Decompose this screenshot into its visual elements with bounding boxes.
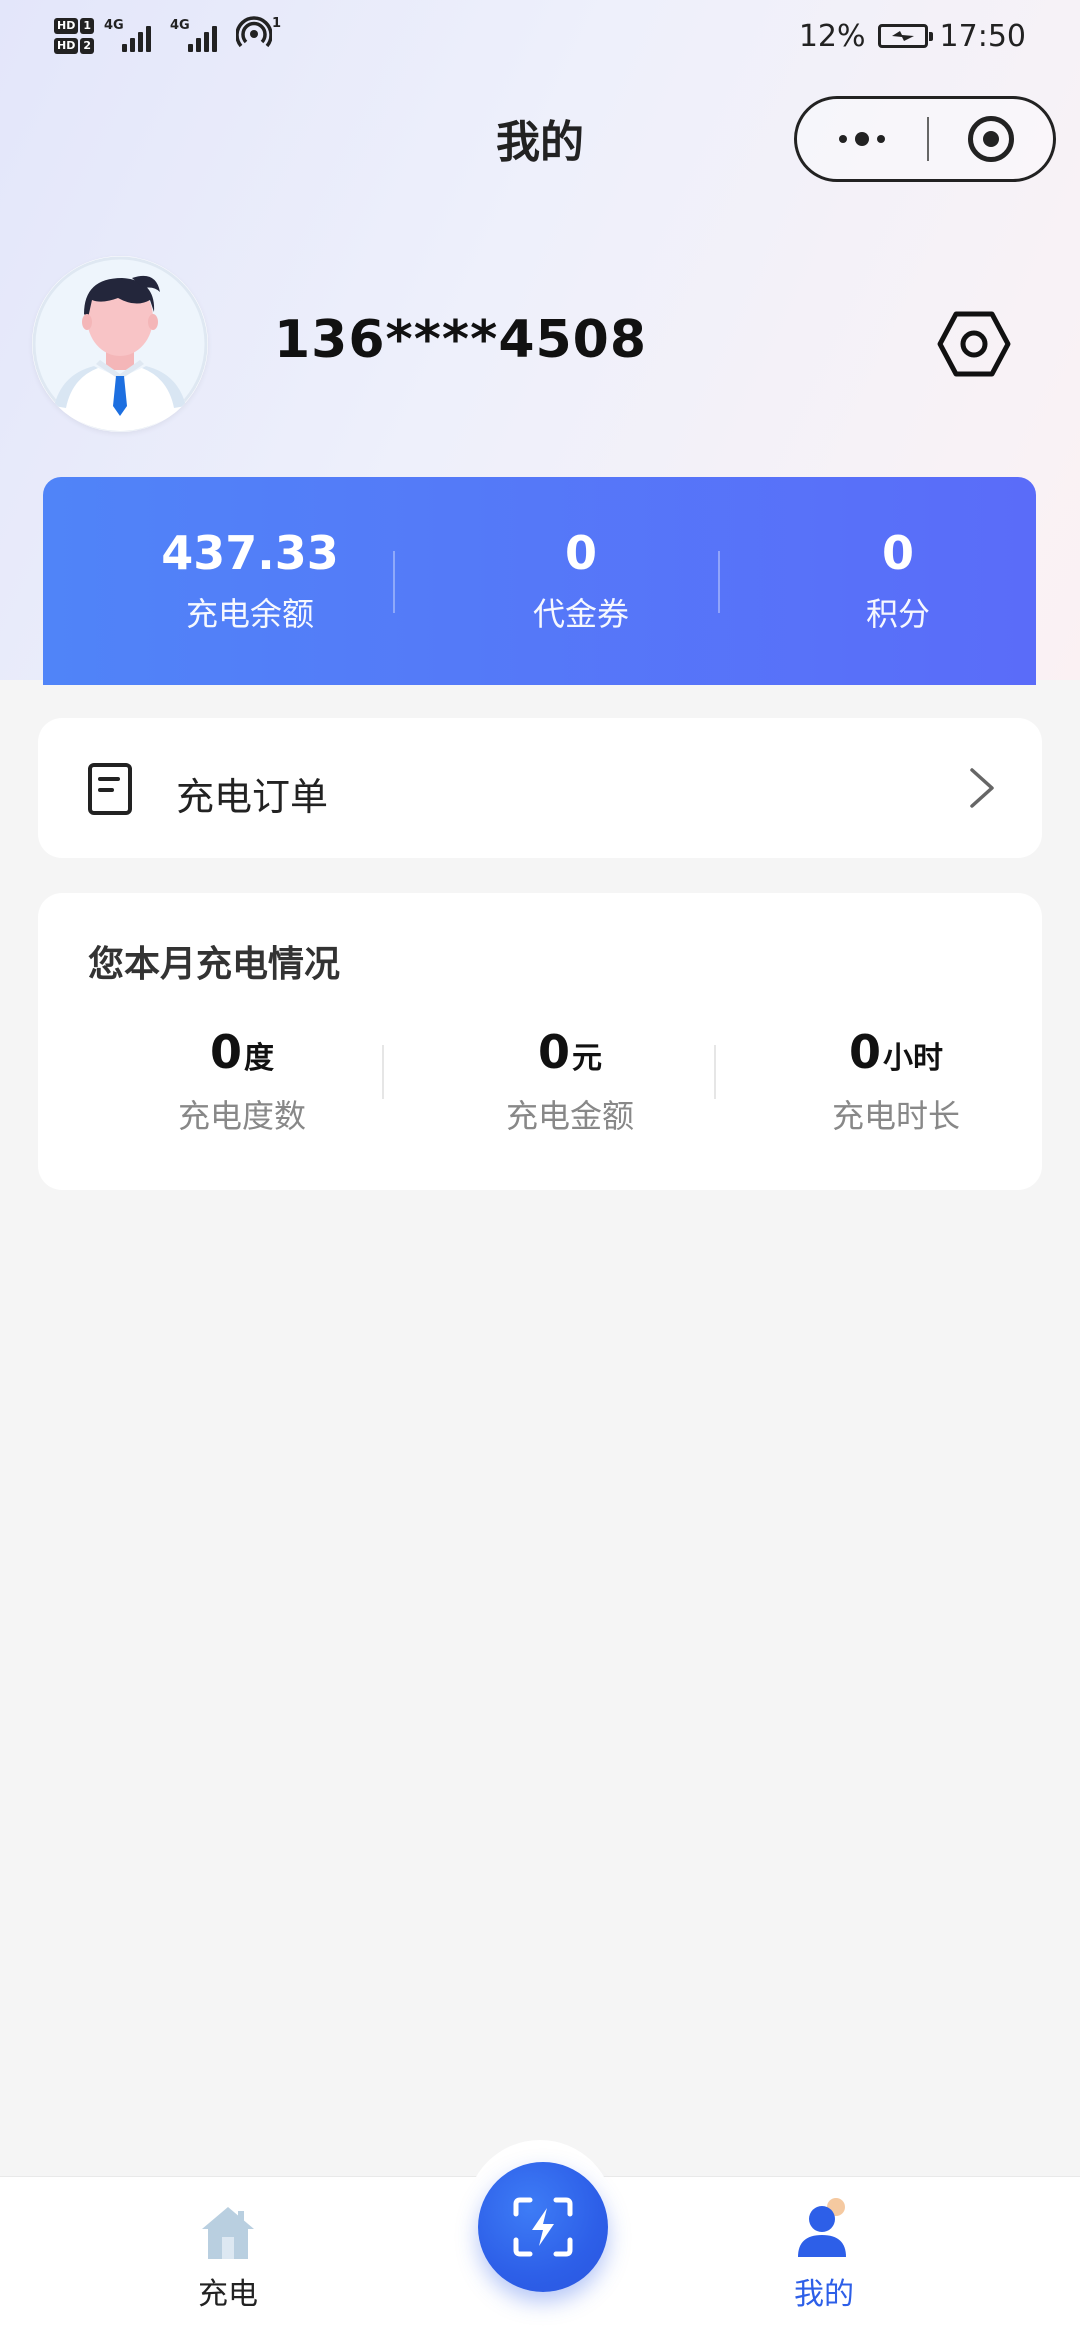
duration-unit: 小时 [883,1041,943,1076]
duration-value: 0 [848,1025,881,1079]
avatar[interactable] [32,256,208,432]
monthly-energy: 0度 充电度数 [82,1025,402,1137]
amount-unit: 元 [572,1041,602,1076]
amount-label: 充电金额 [505,1097,634,1135]
tab-mine[interactable]: 我的 [724,2197,924,2313]
chevron-right-icon [966,766,998,810]
monthly-amount: 0元 充电金额 [410,1025,730,1137]
status-left: HD 1 HD 2 4G 4G 1 [54,14,282,58]
orders-label: 充电订单 [176,775,329,819]
network-type: 4G [170,18,190,33]
charging-orders-row[interactable]: 充电订单 [38,718,1042,858]
signal-icon: 4G [170,16,226,56]
stat-divider [714,1045,716,1099]
clock: 17:50 [939,18,1026,54]
user-phone: 136****4508 [274,310,648,370]
target-icon [968,116,1014,162]
energy-label: 充电度数 [177,1097,306,1135]
battery-percent: 12% [798,18,866,54]
home-icon [128,2197,328,2261]
wallet-card: 437.33 充电余额 0 代金券 0 积分 [43,477,1036,685]
tab-charge-label: 充电 [198,2277,258,2312]
document-icon [86,762,136,816]
battery-charging-icon [877,24,933,48]
sim-index: 2 [80,38,94,54]
points-stat[interactable]: 0 积分 [758,525,1038,635]
tab-charge[interactable]: 充电 [128,2197,328,2313]
more-dot-icon [877,135,885,143]
status-bar: HD 1 HD 2 4G 4G 1 12% 17:50 [0,0,1080,72]
status-right: 12% 17:50 [799,14,1026,58]
scan-charge-button[interactable] [478,2162,608,2292]
energy-value: 0 [209,1025,242,1079]
points-value: 0 [881,526,914,580]
sim-index: 1 [80,18,94,34]
monthly-summary-card: 您本月充电情况 0度 充电度数 0元 充电金额 0小时 充电时长 [38,893,1042,1190]
points-label: 积分 [865,595,930,633]
more-dot-icon [839,135,847,143]
amount-value: 0 [537,1025,570,1079]
stat-divider [393,551,395,613]
balance-value: 437.33 [161,526,339,580]
hd-sim2: HD 2 [54,38,94,54]
more-button[interactable] [797,99,927,179]
more-dot-icon [855,132,869,146]
signal-icon: 4G [104,16,160,56]
monthly-duration: 0小时 充电时长 [736,1025,1056,1137]
stat-divider [382,1045,384,1099]
hd-badge: HD [54,18,79,34]
balance-label: 充电余额 [185,595,314,633]
settings-icon[interactable] [936,308,1012,380]
network-type: 4G [104,18,124,33]
voucher-label: 代金券 [532,595,629,633]
monthly-title: 您本月充电情况 [88,944,341,985]
user-icon [724,2197,924,2261]
scan-lightning-icon [513,2197,573,2257]
voucher-value: 0 [564,526,597,580]
hd-badges: HD 1 HD 2 [54,18,94,54]
hotspot-icon: 1 [235,16,282,56]
miniprogram-capsule [794,96,1056,182]
hotspot-count: 1 [272,16,282,31]
energy-unit: 度 [244,1041,274,1076]
voucher-stat[interactable]: 0 代金券 [441,525,721,635]
tab-mine-label: 我的 [794,2277,854,2312]
hd-sim1: HD 1 [54,18,94,34]
hd-badge: HD [54,38,79,54]
duration-label: 充电时长 [831,1097,960,1135]
balance-stat[interactable]: 437.33 充电余额 [110,525,390,635]
stat-divider [718,551,720,613]
close-miniprogram-button[interactable] [929,99,1053,179]
